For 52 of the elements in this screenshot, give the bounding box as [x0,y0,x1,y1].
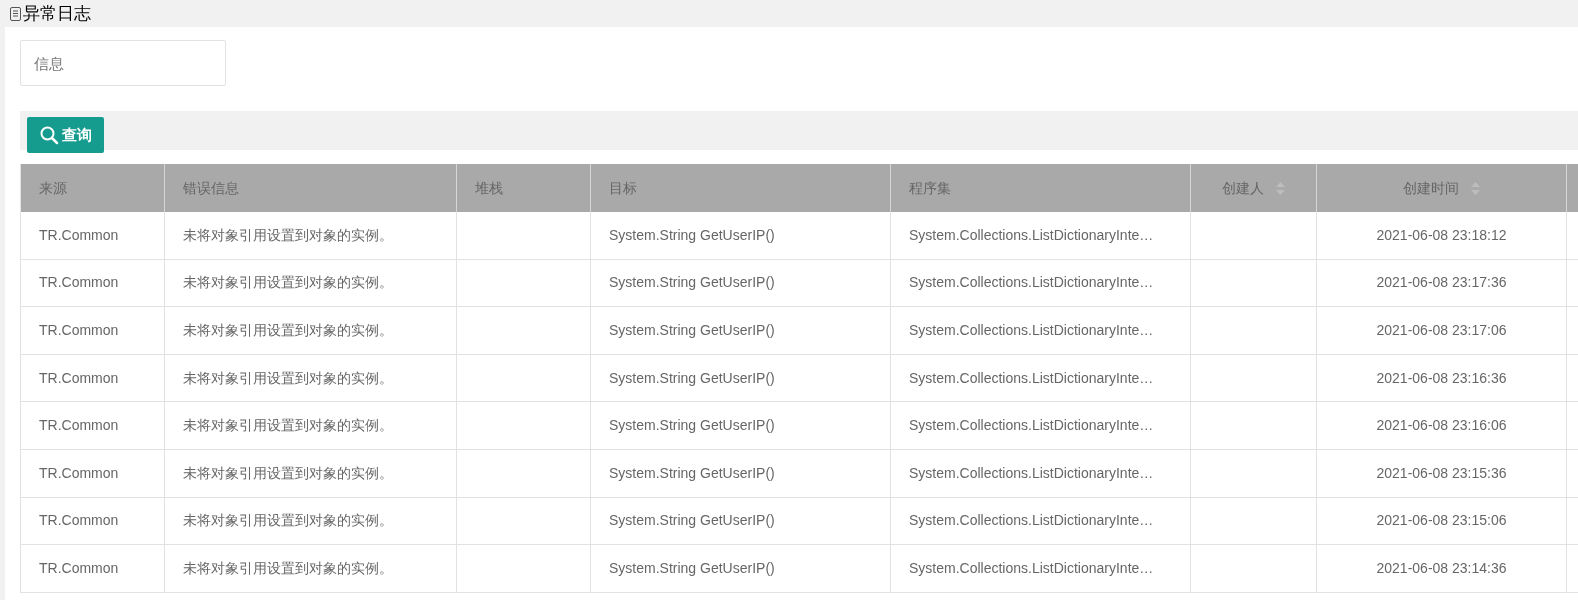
table-cell-text: TR.Common [39,273,119,293]
table-cell-text: TR.Common [39,463,119,483]
table-cell-text: TR.Common [39,225,119,245]
table-cell-text: System.String GetUserIP() [609,273,775,293]
table-cell-text: System.Collections.ListDictionaryInte… [909,416,1154,436]
table-cell-text: TR.Common [39,416,119,436]
table-cell-text: 未将对象引用设置到对象的实例。 [183,511,393,531]
table-cell-text: 未将对象引用设置到对象的实例。 [183,558,393,578]
table-cell-text: 2021-06-08 23:14:36 [1376,558,1507,578]
table-cell-text: System.Collections.ListDictionaryInte… [909,225,1154,245]
table-cell-text: System.String GetUserIP() [609,225,775,245]
table-cell-text: 2021-06-08 23:15:06 [1376,511,1507,531]
column-header: 来源 [21,164,165,212]
table-cell-text: System.String GetUserIP() [609,416,775,436]
query-button[interactable]: 查询 [27,117,104,153]
table-cell-text: TR.Common [39,321,119,340]
table-cell-text: 未将对象引用设置到对象的实例。 [183,321,393,340]
table-cell-text: System.String GetUserIP() [609,463,775,483]
table-cell-text: 未将对象引用设置到对象的实例。 [183,368,393,388]
table-cell-text: 未将对象引用设置到对象的实例。 [183,416,393,436]
table-cell-text: System.String GetUserIP() [609,368,775,388]
column-header: 目标 [591,164,891,212]
table-cell-text: System.Collections.ListDictionaryInte… [909,273,1154,293]
column-header[interactable]: 创建人 [1191,164,1317,212]
table-cell-text: 2021-06-08 23:17:06 [1376,321,1507,340]
table-cell-text: TR.Common [39,368,119,388]
table-cell-text: 未将对象引用设置到对象的实例。 [183,463,393,483]
page-title: 异常日志 [23,2,91,25]
table-cell-text: 2021-06-08 23:16:06 [1376,416,1507,436]
search-icon [39,125,59,145]
table-cell-text: System.String GetUserIP() [609,321,775,340]
search-field[interactable]: 信息 [20,40,226,86]
document-icon [10,6,21,21]
table-cell-text: System.String GetUserIP() [609,511,775,531]
table-cell-text: TR.Common [39,558,119,578]
table-cell-text: 2021-06-08 23:18:12 [1376,225,1507,245]
column-header: 错误信息 [165,164,457,212]
table-cell-text: 2021-06-08 23:16:36 [1376,368,1507,388]
table-cell-text: System.Collections.ListDictionaryInte… [909,463,1154,483]
table-cell-text: System.Collections.ListDictionaryInte… [909,368,1154,388]
table-cell-text: 未将对象引用设置到对象的实例。 [183,225,393,245]
column-header: 堆栈 [457,164,591,212]
table-cell-text: TR.Common [39,511,119,531]
table-cell-text: System.Collections.ListDictionaryInte… [909,511,1154,531]
column-header: 程序集 [891,164,1191,212]
table-cell-text: System.Collections.ListDictionaryInte… [909,321,1154,340]
column-header[interactable]: 创建时间 [1317,164,1567,212]
table-cell-text: 2021-06-08 23:17:36 [1376,273,1507,293]
table-cell-text: 未将对象引用设置到对象的实例。 [183,273,393,293]
table-cell-text: 2021-06-08 23:15:36 [1376,463,1507,483]
table-cell-text: System.Collections.ListDictionaryInte… [909,558,1154,578]
table-cell-text: System.String GetUserIP() [609,558,775,578]
